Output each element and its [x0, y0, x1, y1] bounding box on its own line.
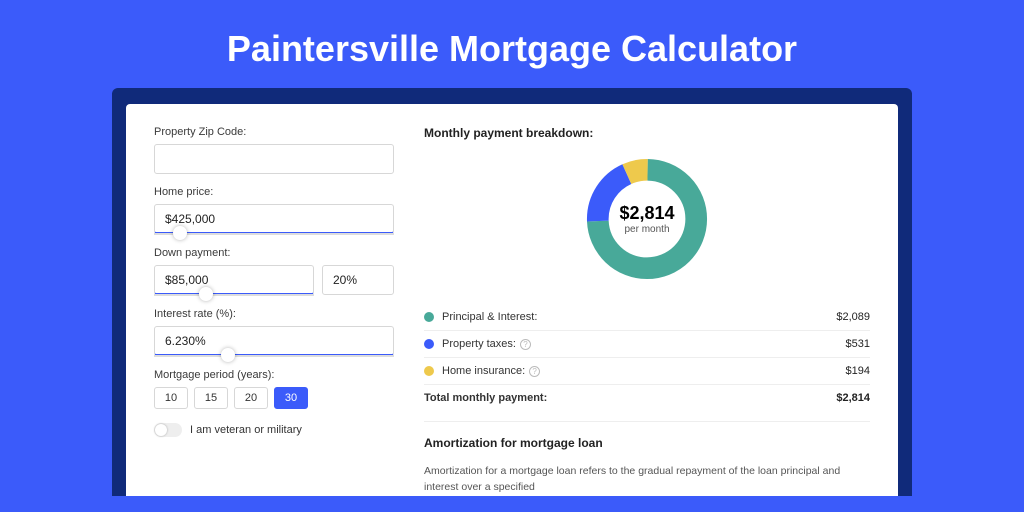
- interest-rate-slider[interactable]: [154, 355, 394, 357]
- down-payment-input[interactable]: [154, 265, 314, 295]
- dot-icon: [424, 339, 434, 349]
- veteran-toggle[interactable]: [154, 423, 182, 437]
- legend-taxes: Property taxes: ? $531: [424, 331, 870, 358]
- interest-rate-label: Interest rate (%):: [154, 308, 394, 320]
- field-down-payment: Down payment:: [154, 247, 394, 296]
- down-payment-pct-input[interactable]: [322, 265, 394, 295]
- page-title: Paintersville Mortgage Calculator: [0, 0, 1024, 88]
- field-home-price: Home price:: [154, 186, 394, 235]
- dot-icon: [424, 366, 434, 376]
- legend-total: Total monthly payment: $2,814: [424, 385, 870, 411]
- zip-input[interactable]: [154, 144, 394, 174]
- field-zip: Property Zip Code:: [154, 126, 394, 174]
- divider: [424, 421, 870, 422]
- slider-thumb-icon[interactable]: [173, 226, 187, 240]
- slider-thumb-icon[interactable]: [199, 287, 213, 301]
- info-icon[interactable]: ?: [520, 339, 531, 350]
- total-label: Total monthly payment:: [424, 392, 836, 404]
- dot-icon: [424, 312, 434, 322]
- period-option-10[interactable]: 10: [154, 387, 188, 409]
- home-price-label: Home price:: [154, 186, 394, 198]
- veteran-label: I am veteran or military: [190, 424, 302, 436]
- calculator-card: Property Zip Code: Home price: Down paym…: [126, 104, 898, 496]
- info-icon[interactable]: ?: [529, 366, 540, 377]
- amortization-title: Amortization for mortgage loan: [424, 436, 870, 450]
- legend-value: $194: [846, 365, 870, 377]
- donut-center: $2,814 per month: [582, 154, 712, 284]
- period-option-15[interactable]: 15: [194, 387, 228, 409]
- down-payment-label: Down payment:: [154, 247, 394, 259]
- legend-insurance: Home insurance: ? $194: [424, 358, 870, 385]
- period-option-30[interactable]: 30: [274, 387, 308, 409]
- donut-sub: per month: [624, 224, 669, 235]
- home-price-slider[interactable]: [154, 233, 394, 235]
- legend-text: Home insurance:: [442, 365, 525, 377]
- amortization-text: Amortization for a mortgage loan refers …: [424, 464, 870, 496]
- donut-chart: $2,814 per month: [582, 154, 712, 284]
- period-label: Mortgage period (years):: [154, 369, 394, 381]
- legend-label: Principal & Interest:: [442, 311, 836, 323]
- interest-rate-input[interactable]: [154, 326, 394, 356]
- legend-label: Home insurance: ?: [442, 365, 846, 377]
- zip-label: Property Zip Code:: [154, 126, 394, 138]
- legend-text: Property taxes:: [442, 338, 516, 350]
- donut-amount: $2,814: [619, 203, 674, 224]
- veteran-toggle-row: I am veteran or military: [154, 423, 394, 437]
- legend-value: $2,089: [836, 311, 870, 323]
- down-payment-slider[interactable]: [154, 294, 314, 296]
- period-option-20[interactable]: 20: [234, 387, 268, 409]
- donut-chart-wrap: $2,814 per month: [424, 154, 870, 284]
- home-price-input[interactable]: [154, 204, 394, 234]
- legend-label: Property taxes: ?: [442, 338, 846, 350]
- card-shadow: Property Zip Code: Home price: Down paym…: [112, 88, 912, 496]
- breakdown-title: Monthly payment breakdown:: [424, 126, 870, 140]
- total-value: $2,814: [836, 392, 870, 404]
- legend-principal: Principal & Interest: $2,089: [424, 304, 870, 331]
- inputs-column: Property Zip Code: Home price: Down paym…: [154, 126, 394, 496]
- slider-thumb-icon[interactable]: [221, 348, 235, 362]
- field-period: Mortgage period (years): 10 15 20 30: [154, 369, 394, 409]
- field-interest-rate: Interest rate (%):: [154, 308, 394, 357]
- legend-value: $531: [846, 338, 870, 350]
- period-options: 10 15 20 30: [154, 387, 394, 409]
- breakdown-column: Monthly payment breakdown: $2,814 per mo…: [424, 126, 870, 496]
